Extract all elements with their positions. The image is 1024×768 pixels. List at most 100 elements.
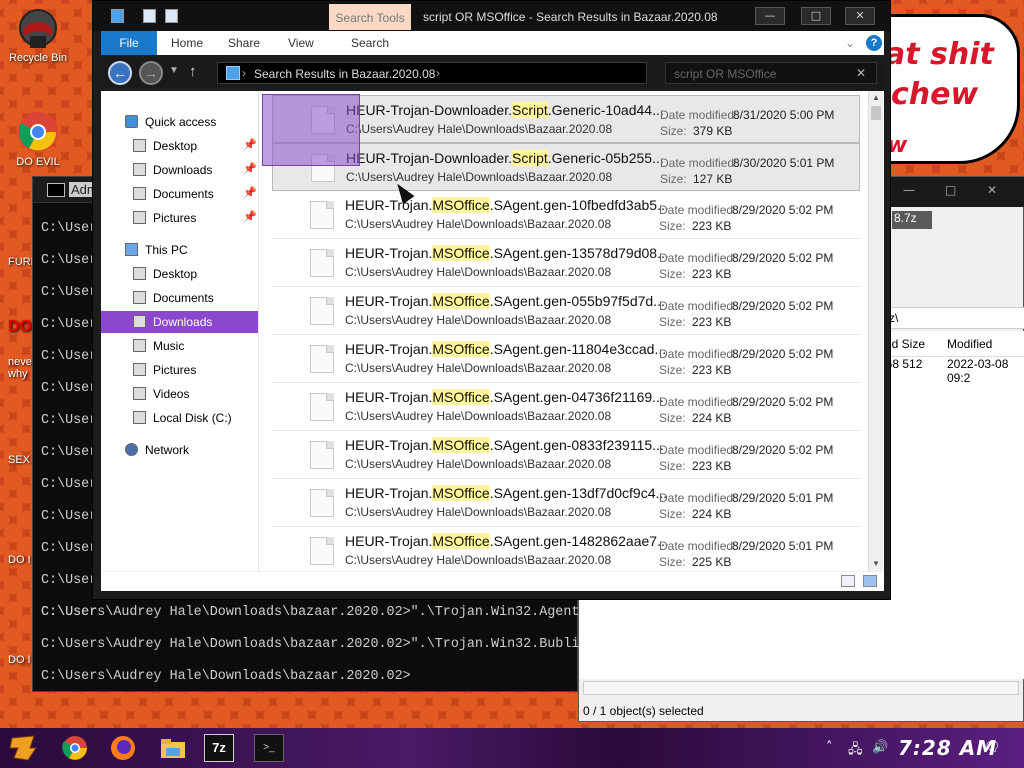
modified-value: 2022-03-08 09:2 xyxy=(947,357,1009,385)
desktop-icon-do-evil[interactable]: DO EVIL xyxy=(6,110,70,168)
sidebar-item-pictures[interactable]: Pictures 📌 xyxy=(101,207,258,229)
sidebar-item-label: Pictures xyxy=(153,363,197,377)
size-label: Size: xyxy=(660,172,687,186)
comic-text: chew xyxy=(891,77,979,112)
search-result-row[interactable]: HEUR-Trojan.MSOffice.SAgent.gen-04736f21… xyxy=(272,383,860,431)
maximize-button[interactable]: □ xyxy=(801,7,831,25)
new-folder-icon[interactable] xyxy=(165,9,178,23)
column-modified[interactable]: Modified xyxy=(947,337,992,351)
ribbon-expand-icon[interactable]: ⌄ xyxy=(845,36,855,50)
address-chevron-icon[interactable]: › xyxy=(242,66,246,80)
local-disk-c-icon xyxy=(133,411,146,424)
sidebar-item-downloads[interactable]: Downloads xyxy=(101,311,258,333)
sidebar-item-documents[interactable]: Documents 📌 xyxy=(101,183,258,205)
sidebar-item-label: Videos xyxy=(153,387,190,401)
address-chevron-icon[interactable]: › xyxy=(436,66,440,80)
search-result-row[interactable]: HEUR-Trojan.MSOffice.SAgent.gen-0833f239… xyxy=(272,431,860,479)
cmd-line: C:\User xyxy=(41,573,98,588)
sidebar-item-documents[interactable]: Documents xyxy=(101,287,258,309)
desktop-label-sex: SEX xyxy=(8,454,31,466)
file-name: HEUR-Trojan.MSOffice.SAgent.gen-0833f239… xyxy=(345,437,664,453)
search-result-row[interactable]: HEUR-Trojan.MSOffice.SAgent.gen-13578d79… xyxy=(272,239,860,287)
close-button[interactable]: ✕ xyxy=(845,7,875,25)
sidebar-item-desktop[interactable]: Desktop xyxy=(101,263,258,285)
chrome-icon[interactable] xyxy=(60,734,90,762)
sidebar-item-downloads[interactable]: Downloads 📌 xyxy=(101,159,258,181)
search-input[interactable]: script OR MSOffice ✕ xyxy=(665,62,877,84)
address-bar[interactable]: › Search Results in Bazaar.2020.08 › xyxy=(217,62,647,84)
network-icon[interactable]: 🖧 xyxy=(848,740,863,762)
clear-search-icon[interactable]: ✕ xyxy=(856,66,866,80)
cmd-line: C:\User xyxy=(41,221,98,236)
7zip-icon[interactable]: 7z xyxy=(204,734,234,762)
scroll-thumb[interactable] xyxy=(871,106,881,120)
sidebar-item-quick-access[interactable]: Quick access xyxy=(101,111,258,133)
date-modified-value: 8/29/2020 5:02 PM xyxy=(732,395,834,409)
details-view-icon[interactable] xyxy=(841,575,855,587)
pin-icon[interactable]: 📌 xyxy=(243,138,257,151)
firefox-icon[interactable] xyxy=(108,734,138,762)
back-arrow-icon[interactable]: ← xyxy=(108,61,132,85)
maximize-icon[interactable]: □ xyxy=(945,183,956,197)
pin-icon[interactable]: 📌 xyxy=(243,162,257,175)
selection-rectangle xyxy=(262,94,360,166)
sidebar-item-music[interactable]: Music xyxy=(101,335,258,357)
size-value: 224 KB xyxy=(692,507,732,521)
7zip-path-field[interactable]: z\ xyxy=(879,307,1024,329)
sidebar-item-local-disk-c[interactable]: Local Disk (C:) xyxy=(101,407,258,429)
start-icon[interactable] xyxy=(8,734,38,762)
navigation-pane[interactable]: Quick access Desktop 📌 Downloads 📌 Documents 📌… xyxy=(101,91,258,571)
vertical-scrollbar[interactable]: ▲ ▼ xyxy=(868,91,883,571)
search-result-row[interactable]: HEUR-Trojan.MSOffice.SAgent.gen-055b97f5… xyxy=(272,287,860,335)
help-icon[interactable]: ? xyxy=(866,35,882,51)
file-name: HEUR-Trojan-Downloader.Script.Generic-10… xyxy=(346,102,664,118)
size-value: 223 KB xyxy=(692,267,732,281)
search-result-row[interactable]: HEUR-Trojan.MSOffice.SAgent.gen-13df7d0c… xyxy=(272,479,860,527)
cmd-line: C:\Users\Audrey Hale\Downloads\bazaar.20… xyxy=(41,605,580,620)
tab-share[interactable]: Share xyxy=(228,36,260,50)
volume-icon[interactable]: 🔊 xyxy=(872,740,888,755)
search-tools-context-tab[interactable]: Search Tools xyxy=(329,4,411,30)
large-icons-view-icon[interactable] xyxy=(863,575,877,587)
search-result-row[interactable]: HEUR-Trojan-Downloader.Script.Generic-10… xyxy=(272,95,860,143)
tab-search[interactable]: Search xyxy=(351,36,389,50)
properties-icon[interactable] xyxy=(143,9,156,23)
tab-view[interactable]: View xyxy=(288,36,314,50)
search-result-row[interactable]: HEUR-Trojan-Downloader.Script.Generic-05… xyxy=(272,143,860,191)
explorer-window[interactable]: Search Tools script OR MSOffice - Search… xyxy=(92,0,891,600)
cmd-icon[interactable]: >_ xyxy=(254,734,284,762)
date-modified-value: 8/29/2020 5:01 PM xyxy=(732,539,834,553)
desktop-icon-recycle-bin[interactable]: Recycle Bin xyxy=(6,6,70,64)
size-label: Size: xyxy=(660,124,687,138)
explorer-titlebar[interactable]: Search Tools script OR MSOffice - Search… xyxy=(93,1,890,31)
cmd-icon xyxy=(47,183,65,197)
tab-home[interactable]: Home xyxy=(171,36,203,50)
sidebar-item-pictures[interactable]: Pictures xyxy=(101,359,258,381)
recent-locations-icon[interactable]: ▼ xyxy=(169,65,179,76)
search-result-row[interactable]: HEUR-Trojan.MSOffice.SAgent.gen-10fbedfd… xyxy=(272,191,860,239)
date-modified-label: Date modified: xyxy=(659,443,737,457)
minimize-icon[interactable]: — xyxy=(903,183,915,197)
scroll-up-icon[interactable]: ▲ xyxy=(869,91,883,105)
sidebar-item-network[interactable]: Network xyxy=(101,439,258,461)
close-icon[interactable]: ✕ xyxy=(987,183,997,197)
up-arrow-icon[interactable]: ↑ xyxy=(189,63,197,80)
sidebar-item-desktop[interactable]: Desktop 📌 xyxy=(101,135,258,157)
search-results-icon xyxy=(226,66,240,80)
search-result-row[interactable]: HEUR-Trojan.MSOffice.SAgent.gen-1482862a… xyxy=(272,527,860,575)
action-center-icon[interactable]: 🗨 xyxy=(984,740,1001,755)
file-explorer-icon[interactable] xyxy=(158,734,188,762)
sidebar-item-label: Quick access xyxy=(145,115,217,129)
forward-arrow-icon[interactable]: → xyxy=(139,61,163,85)
tab-file[interactable]: File xyxy=(101,31,157,55)
sidebar-item-videos[interactable]: Videos xyxy=(101,383,258,405)
scroll-down-icon[interactable]: ▼ xyxy=(869,557,883,571)
minimize-button[interactable]: — xyxy=(755,7,785,25)
search-result-row[interactable]: HEUR-Trojan.MSOffice.SAgent.gen-11804e3c… xyxy=(272,335,860,383)
pin-icon[interactable]: 📌 xyxy=(243,210,257,223)
sidebar-item-this-pc[interactable]: This PC xyxy=(101,239,258,261)
clock[interactable]: 7:28 AM xyxy=(898,736,997,760)
chevron-up-icon[interactable]: ˄ xyxy=(826,740,833,755)
pin-icon[interactable]: 📌 xyxy=(243,186,257,199)
horizontal-scrollbar[interactable] xyxy=(583,681,1019,695)
